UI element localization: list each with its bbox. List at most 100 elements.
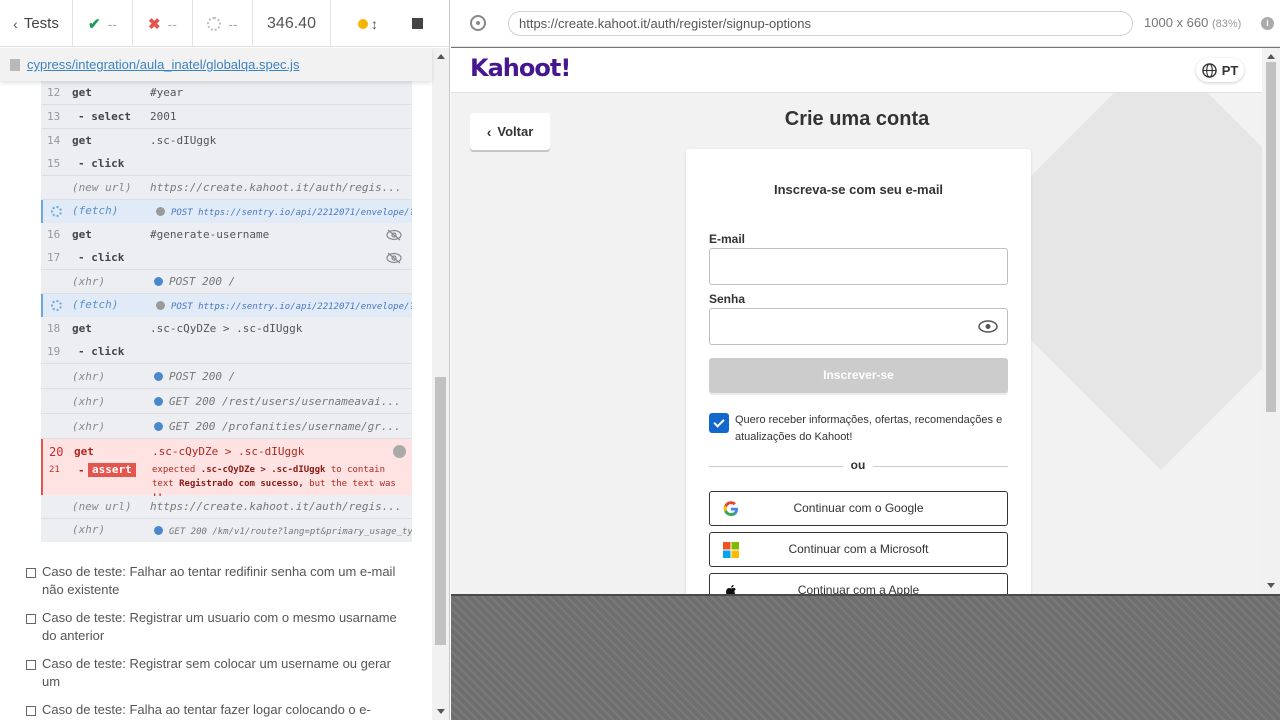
spec-file-bar: cypress/integration/aula_inatel/globalqa… [0, 48, 432, 81]
check-icon: ✔ [88, 15, 101, 33]
checkbox-icon [26, 568, 36, 578]
consent-checkbox[interactable] [709, 413, 729, 433]
status-dot-icon [156, 301, 165, 310]
scroll-arrows-icon: ↕ [371, 15, 378, 32]
run-controls: ↕ [331, 0, 449, 47]
viewport-gutter [451, 594, 1280, 720]
viewport-info: 1000 x 660 (83%) [1144, 15, 1242, 30]
spinner-icon [51, 206, 62, 217]
scrollbar-thumb[interactable] [435, 377, 446, 645]
eye-icon[interactable] [978, 320, 998, 333]
file-icon [10, 58, 20, 71]
or-label: ou [843, 458, 873, 472]
back-button[interactable]: ‹ Voltar [470, 113, 550, 150]
status-dot-icon [154, 422, 163, 431]
stop-icon[interactable] [412, 18, 423, 29]
selector-playground-icon[interactable] [470, 15, 486, 31]
status-dot-icon [156, 207, 165, 216]
command-row[interactable]: 16 get #generate-username [41, 223, 412, 247]
scroll-up-icon[interactable] [1267, 54, 1275, 59]
duration: 346.40 [253, 0, 331, 47]
tests-label: Tests [23, 15, 59, 32]
command-row[interactable]: 13 - select 2001 [41, 105, 412, 129]
command-row[interactable]: 18 get .sc-cQyDZe > .sc-dIUggk [41, 317, 412, 341]
google-button[interactable]: Continuar com o Google [709, 491, 1008, 526]
test-item[interactable]: Caso de teste: Registrar um usuario com … [26, 609, 406, 645]
checkbox-icon [26, 614, 36, 624]
scrollbar-thumb[interactable] [1266, 62, 1276, 412]
spinner-icon [51, 300, 62, 311]
command-row[interactable]: (new url) https://create.kahoot.it/auth/… [41, 176, 412, 200]
passed-count: ✔ -- [73, 0, 133, 47]
scroll-up-icon[interactable] [437, 54, 445, 59]
command-row[interactable]: 14 get .sc-dIUggk [41, 129, 412, 153]
test-item[interactable]: Caso de teste: Falha ao tentar fazer log… [26, 701, 406, 719]
failed-count: ✖ -- [133, 0, 193, 47]
email-field[interactable] [709, 248, 1008, 285]
globe-icon [1201, 62, 1217, 78]
status-dot-icon [154, 277, 163, 286]
command-row[interactable]: (xhr) GET 200 /km/v1/route?lang=pt&prima… [41, 519, 412, 542]
command-row[interactable]: (xhr) POST 200 / [41, 270, 412, 294]
command-row[interactable]: (fetch) POST https://sentry.io/api/22120… [41, 200, 412, 223]
assert-badge: assert [88, 463, 136, 477]
apple-button[interactable]: Continuar com a Apple [709, 573, 1008, 594]
signup-card: Inscreva-se com seu e-mail E-mail Senha … [686, 149, 1031, 594]
signup-button[interactable]: Inscrever-se [709, 358, 1008, 393]
command-row[interactable]: 19 - click [41, 341, 412, 364]
command-row[interactable]: (xhr) GET 200 /profanities/username/gr..… [41, 414, 412, 439]
reporter-header: ‹ Tests ✔ -- ✖ -- -- 346.40 ↕ [0, 0, 449, 47]
command-row[interactable]: 17 - click [41, 247, 412, 270]
status-dot-icon [154, 372, 163, 381]
pending-circle-icon [207, 16, 222, 31]
checkbox-icon [26, 660, 36, 670]
pin-icon[interactable] [393, 445, 406, 458]
spec-file-link[interactable]: cypress/integration/aula_inatel/globalqa… [27, 57, 299, 72]
info-icon[interactable]: i [1261, 17, 1274, 30]
command-row[interactable]: (fetch) POST https://sentry.io/api/22120… [41, 294, 412, 317]
x-icon: ✖ [148, 15, 161, 33]
page-title: Crie uma conta [784, 108, 930, 130]
eye-slash-icon [386, 229, 402, 241]
aut-panel: https://create.kahoot.it/auth/register/s… [451, 0, 1280, 720]
tests-nav-button[interactable]: ‹ Tests [0, 0, 73, 47]
consent-text: Quero receber informações, ofertas, reco… [735, 414, 1003, 443]
failed-command-row[interactable]: 20 get .sc-cQyDZe > .sc-dIUggk 21 - asse… [41, 439, 412, 503]
chevron-left-icon: ‹ [13, 15, 18, 32]
app-frame: Kahoot! PT ‹ Voltar Crie uma conta Inscr… [451, 48, 1280, 594]
command-row[interactable]: (xhr) GET 200 /rest/users/usernameavai..… [41, 389, 412, 414]
test-item[interactable]: Caso de teste: Registrar sem colocar um … [26, 655, 406, 691]
microsoft-button[interactable]: Continuar com a Microsoft [709, 532, 1008, 567]
command-row[interactable]: (xhr) POST 200 / [41, 364, 412, 389]
password-label: Senha [709, 292, 746, 306]
status-dot-icon [154, 526, 163, 535]
url-field[interactable]: https://create.kahoot.it/auth/register/s… [508, 11, 1133, 36]
reporter-panel: ‹ Tests ✔ -- ✖ -- -- 346.40 ↕ cypress/in… [0, 0, 450, 720]
microsoft-icon [723, 542, 739, 558]
command-row[interactable]: 12 get #year [41, 81, 412, 105]
aut-url-bar: https://create.kahoot.it/auth/register/s… [451, 0, 1280, 47]
reporter-scrollbar[interactable] [432, 48, 449, 720]
checkbox-icon [26, 706, 36, 716]
app-scrollbar[interactable] [1262, 48, 1280, 594]
auto-scroll-toggle[interactable]: ↕ [358, 16, 378, 32]
eye-slash-icon [386, 252, 402, 264]
scroll-down-icon[interactable] [1267, 583, 1275, 588]
command-row[interactable]: 15 - click [41, 153, 412, 176]
test-item[interactable]: Caso de teste: Falhar ao tentar redifini… [26, 563, 406, 599]
status-dot-icon [154, 397, 163, 406]
password-field[interactable] [709, 308, 1008, 345]
chevron-left-icon: ‹ [486, 123, 492, 140]
test-list: Caso de teste: Falhar ao tentar redifini… [26, 563, 406, 720]
command-log: 12 get #year 13 - select 2001 14 get .sc… [41, 81, 412, 542]
app-header: Kahoot! PT [451, 48, 1262, 93]
card-title: Inscreva-se com seu e-mail [773, 182, 944, 197]
email-label: E-mail [709, 232, 746, 246]
language-button[interactable]: PT [1196, 58, 1244, 82]
status-dot-icon [358, 18, 368, 29]
command-row[interactable]: (new url) https://create.kahoot.it/auth/… [41, 495, 412, 519]
kahoot-logo[interactable]: Kahoot! [470, 54, 571, 82]
google-icon [723, 501, 738, 516]
pending-count: -- [193, 0, 253, 47]
scroll-down-icon[interactable] [437, 709, 445, 714]
